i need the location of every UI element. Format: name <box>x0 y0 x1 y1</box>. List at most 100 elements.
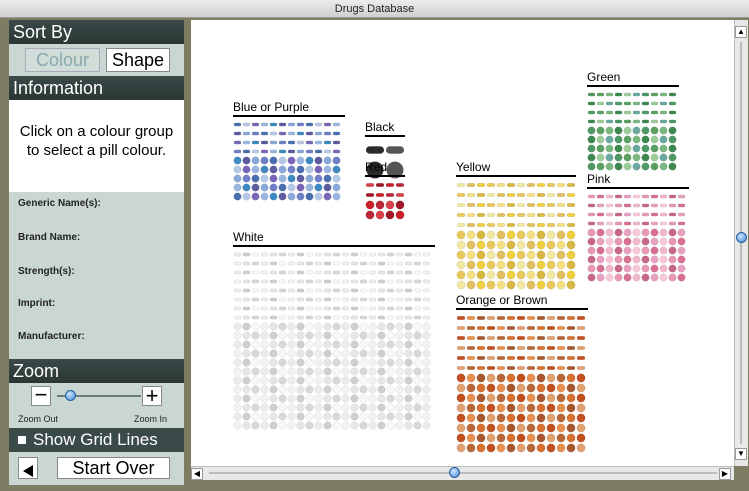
pill[interactable] <box>486 222 496 228</box>
pill[interactable] <box>323 288 332 293</box>
pill[interactable] <box>677 264 686 273</box>
pill[interactable] <box>659 255 668 264</box>
pill[interactable] <box>296 122 305 127</box>
pill[interactable] <box>677 194 686 199</box>
pill[interactable] <box>668 273 677 282</box>
pill[interactable] <box>650 237 659 246</box>
pill[interactable] <box>341 331 350 340</box>
pill[interactable] <box>556 250 566 260</box>
pill[interactable] <box>404 421 413 430</box>
pill[interactable] <box>476 365 486 371</box>
pill[interactable] <box>526 250 536 260</box>
pill[interactable] <box>659 237 668 246</box>
pill[interactable] <box>506 413 516 423</box>
pill[interactable] <box>278 149 287 154</box>
pill[interactable] <box>641 126 650 135</box>
pill[interactable] <box>332 174 341 183</box>
pill[interactable] <box>536 260 546 270</box>
pill[interactable] <box>456 383 466 393</box>
pill[interactable] <box>287 131 296 136</box>
pill[interactable] <box>332 421 341 430</box>
pill[interactable] <box>260 331 269 340</box>
pill[interactable] <box>386 297 395 302</box>
pill[interactable] <box>413 340 422 349</box>
pill[interactable] <box>314 367 323 376</box>
pill[interactable] <box>233 376 242 385</box>
pill[interactable] <box>368 252 377 257</box>
pill[interactable] <box>404 315 413 320</box>
pill[interactable] <box>368 394 377 403</box>
pill[interactable] <box>242 252 251 257</box>
pill[interactable] <box>516 383 526 393</box>
pill[interactable] <box>314 183 323 192</box>
pill[interactable] <box>536 373 546 383</box>
pill[interactable] <box>422 331 431 340</box>
pill[interactable] <box>278 192 287 201</box>
pill[interactable] <box>413 412 422 421</box>
pill[interactable] <box>386 331 395 340</box>
pill[interactable] <box>233 140 242 145</box>
pill[interactable] <box>506 403 516 413</box>
pill[interactable] <box>287 270 296 275</box>
pill[interactable] <box>422 421 431 430</box>
group-title-red[interactable]: Red <box>365 160 387 174</box>
pill[interactable] <box>323 140 332 145</box>
pill[interactable] <box>476 345 486 351</box>
pill[interactable] <box>587 221 596 226</box>
vertical-scrollbar[interactable]: ▲ ▼ <box>734 20 748 466</box>
pill[interactable] <box>251 192 260 201</box>
pill[interactable] <box>556 260 566 270</box>
pill[interactable] <box>368 403 377 412</box>
pill[interactable] <box>526 383 536 393</box>
pill[interactable] <box>641 135 650 144</box>
pill[interactable] <box>341 349 350 358</box>
pill[interactable] <box>614 264 623 273</box>
pill[interactable] <box>385 182 395 188</box>
pill[interactable] <box>395 288 404 293</box>
pill[interactable] <box>368 385 377 394</box>
pill[interactable] <box>269 165 278 174</box>
pill[interactable] <box>233 288 242 293</box>
pill[interactable] <box>233 270 242 275</box>
pill[interactable] <box>466 182 476 188</box>
pill[interactable] <box>305 122 314 127</box>
pill[interactable] <box>242 322 251 331</box>
pill[interactable] <box>659 92 668 97</box>
pill[interactable] <box>566 423 576 433</box>
pill[interactable] <box>632 101 641 106</box>
pill[interactable] <box>456 413 466 423</box>
pill[interactable] <box>359 412 368 421</box>
pill[interactable] <box>596 101 605 106</box>
pill[interactable] <box>314 252 323 257</box>
pill[interactable] <box>269 252 278 257</box>
pill[interactable] <box>596 203 605 208</box>
pill[interactable] <box>251 140 260 145</box>
pill[interactable] <box>456 240 466 250</box>
pill[interactable] <box>576 423 586 433</box>
pill[interactable] <box>314 331 323 340</box>
grid-lines-checkbox[interactable] <box>18 436 26 444</box>
pill[interactable] <box>341 340 350 349</box>
pill[interactable] <box>536 202 546 208</box>
pill[interactable] <box>466 222 476 228</box>
pill[interactable] <box>305 279 314 284</box>
pill[interactable] <box>404 403 413 412</box>
pill[interactable] <box>466 270 476 280</box>
show-grid-lines-toggle[interactable]: Show Grid Lines <box>9 430 184 450</box>
pill[interactable] <box>251 315 260 320</box>
pill[interactable] <box>659 221 668 226</box>
pill[interactable] <box>404 412 413 421</box>
pill-grid-white[interactable] <box>233 250 431 430</box>
pill[interactable] <box>260 192 269 201</box>
pill[interactable] <box>466 230 476 240</box>
pill[interactable] <box>516 423 526 433</box>
pill[interactable] <box>659 144 668 153</box>
pill[interactable] <box>242 149 251 154</box>
pill[interactable] <box>546 192 556 198</box>
group-title-orange-or-brown[interactable]: Orange or Brown <box>456 293 547 307</box>
pill[interactable] <box>305 261 314 266</box>
pill[interactable] <box>476 230 486 240</box>
pill[interactable] <box>377 261 386 266</box>
pill[interactable] <box>375 182 385 188</box>
pill[interactable] <box>359 358 368 367</box>
